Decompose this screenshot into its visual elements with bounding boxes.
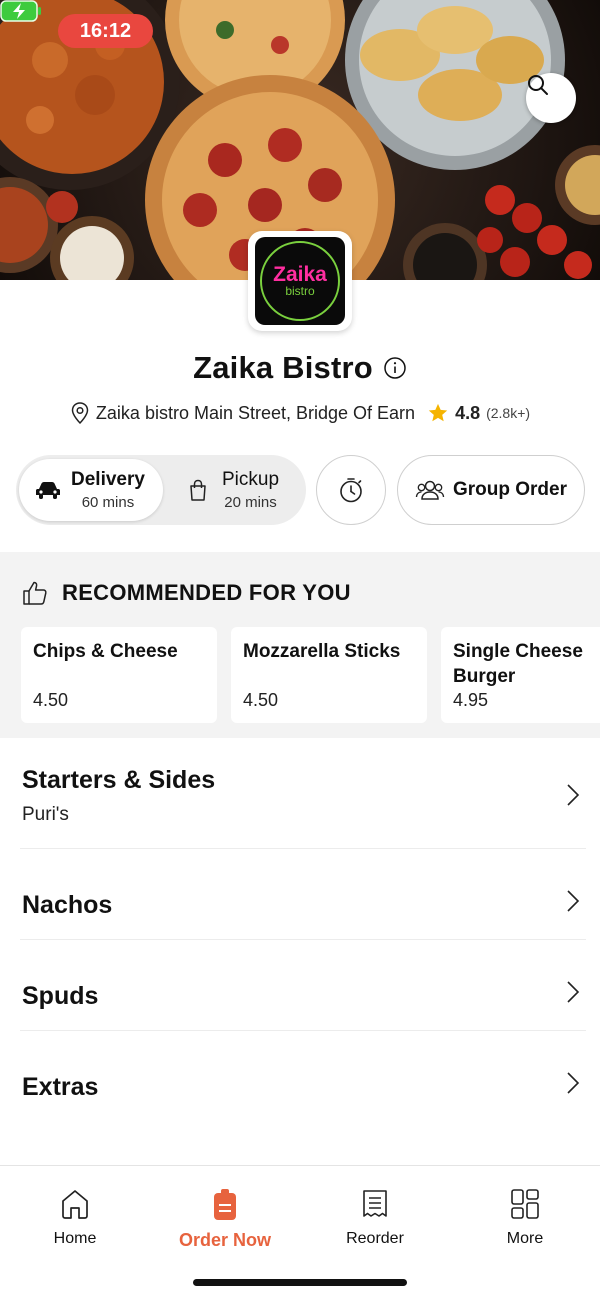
schedule-button[interactable] (316, 455, 386, 525)
recommended-header: RECOMMENDED FOR YOU (22, 580, 351, 606)
delivery-label: Delivery (71, 469, 145, 490)
logo-text: Zaika (273, 263, 327, 286)
recommended-section: RECOMMENDED FOR YOU Chips & Cheese 4.50 … (0, 552, 600, 738)
restaurant-name-row: Zaika Bistro (0, 350, 600, 386)
order-now-icon (214, 1189, 236, 1220)
restaurant-address: Zaika bistro Main Street, Bridge Of Earn (95, 402, 416, 423)
delivery-option[interactable]: Delivery 60 mins (19, 459, 163, 521)
category-name: Spuds (22, 982, 99, 1010)
recommended-item-name: Mozzarella Sticks (243, 641, 401, 662)
tab-label: More (506, 1230, 544, 1247)
search-icon (528, 75, 548, 95)
info-icon[interactable] (383, 356, 407, 380)
chevron-right-icon (567, 1072, 580, 1094)
shopping-bag-icon (190, 479, 206, 501)
search-button[interactable] (526, 73, 576, 123)
category-row-starters[interactable]: Starters & Sides Puri's (20, 738, 586, 849)
tab-order-now[interactable]: Order Now (150, 1188, 300, 1251)
restaurant-logo: Zaika bistro (248, 231, 352, 331)
chevron-right-icon (567, 981, 580, 1003)
timer-icon (340, 478, 362, 503)
recommended-item-price: 4.95 (453, 690, 489, 710)
restaurant-name: Zaika Bistro (193, 350, 373, 385)
thumbs-up-icon (23, 581, 47, 605)
rating-value: 4.8 (455, 402, 481, 423)
home-indicator[interactable] (193, 1279, 407, 1286)
group-order-button[interactable]: Group Order (397, 455, 585, 525)
status-time: 16:12 (58, 14, 153, 48)
tab-reorder[interactable]: Reorder (300, 1188, 450, 1248)
group-icon (415, 480, 445, 500)
recommended-item-card[interactable]: Chips & Cheese 4.50 (21, 627, 217, 723)
category-row-nachos[interactable]: Nachos (20, 849, 586, 940)
star-icon (428, 403, 448, 422)
category-name: Nachos (22, 891, 113, 919)
delivery-time: 60 mins (81, 494, 135, 511)
recommended-item-card[interactable]: Single Cheese Burger 4.95 (441, 627, 600, 723)
tab-label: Reorder (346, 1230, 404, 1247)
category-row-extras[interactable]: Extras (20, 1031, 586, 1122)
chevron-right-icon (567, 890, 580, 912)
category-row-spuds[interactable]: Spuds (20, 940, 586, 1031)
recommended-title: RECOMMENDED FOR YOU (62, 580, 351, 605)
category-subtitle: Puri's (22, 804, 69, 825)
group-order-label: Group Order (452, 479, 567, 500)
chevron-right-icon (567, 784, 580, 806)
home-icon (62, 1190, 88, 1219)
car-icon (36, 482, 60, 499)
receipt-icon (363, 1190, 387, 1217)
category-name: Starters & Sides (22, 766, 216, 794)
recommended-item-price: 4.50 (243, 690, 279, 710)
recommended-item-card[interactable]: Mozzarella Sticks 4.50 (231, 627, 427, 723)
recommended-item-name: Single Cheese Burger (453, 641, 583, 687)
battery-charging-icon (0, 0, 41, 22)
grid-icon (511, 1189, 539, 1219)
recommended-item-price: 4.50 (33, 690, 69, 710)
rating-count: (2.8k+) (486, 405, 531, 421)
order-mode-switch: Delivery 60 mins Pickup 20 mins (16, 455, 306, 525)
tab-more[interactable]: More (450, 1188, 600, 1248)
tab-label: Order Now (178, 1230, 271, 1250)
tab-label: Home (53, 1230, 97, 1247)
pickup-time: 20 mins (224, 494, 277, 511)
address-row: Zaika bistro Main Street, Bridge Of Earn… (0, 401, 600, 425)
location-pin-icon (71, 402, 89, 425)
logo-subtext: bistro (285, 284, 315, 298)
category-name: Extras (22, 1073, 99, 1101)
recommended-item-name: Chips & Cheese (33, 641, 178, 662)
pickup-label: Pickup (222, 469, 280, 490)
tab-home[interactable]: Home (0, 1188, 150, 1248)
pickup-option[interactable]: Pickup 20 mins (188, 459, 298, 521)
